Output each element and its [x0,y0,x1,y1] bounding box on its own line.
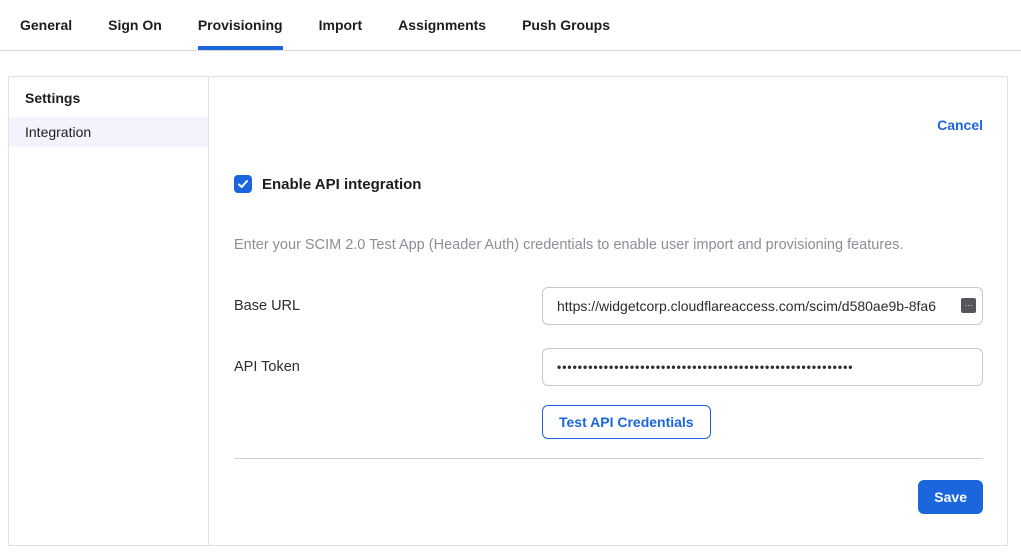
base-url-input-wrap: ⋯ [542,287,983,325]
tab-push-groups[interactable]: Push Groups [522,0,610,50]
tab-import[interactable]: Import [319,0,363,50]
api-token-input[interactable] [542,348,983,386]
cancel-row: Cancel [234,117,983,137]
credentials-description: Enter your SCIM 2.0 Test App (Header Aut… [234,237,983,253]
api-token-input-wrap [542,348,983,386]
tab-sign-on[interactable]: Sign On [108,0,162,50]
base-url-input[interactable] [542,287,983,325]
tab-provisioning[interactable]: Provisioning [198,0,283,50]
tab-general[interactable]: General [20,0,72,50]
footer-divider [234,458,983,459]
integration-form: Cancel Enable API integration Enter your… [209,77,1007,545]
save-button[interactable]: Save [918,480,983,514]
base-url-row: Base URL ⋯ [234,287,983,325]
save-row: Save [234,480,983,514]
base-url-label: Base URL [234,298,542,314]
tab-assignments[interactable]: Assignments [398,0,486,50]
sidebar-heading: Settings [9,77,208,117]
test-credentials-row: Test API Credentials [542,405,983,439]
cancel-button[interactable]: Cancel [937,117,983,133]
enable-api-label: Enable API integration [262,176,421,193]
api-token-row: API Token [234,348,983,386]
settings-sidebar: Settings Integration [9,77,209,545]
app-tab-bar: General Sign On Provisioning Import Assi… [0,0,1021,51]
test-api-credentials-button[interactable]: Test API Credentials [542,405,711,439]
enable-api-row: Enable API integration [234,175,983,193]
enable-api-checkbox[interactable] [234,175,252,193]
check-icon [237,178,249,190]
sidebar-item-integration[interactable]: Integration [9,117,208,147]
provisioning-panel: Settings Integration Cancel Enable API i… [8,76,1008,546]
api-token-label: API Token [234,359,542,375]
